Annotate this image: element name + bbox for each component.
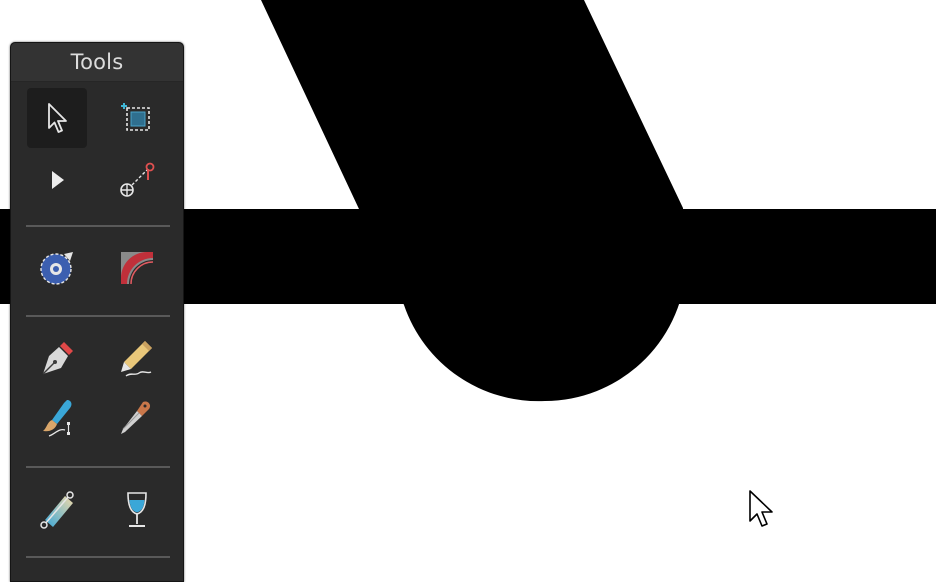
panel-title: Tools xyxy=(70,50,124,74)
point-transform-tool-button[interactable] xyxy=(107,150,167,210)
artboard-icon xyxy=(121,103,150,131)
tool-separator xyxy=(26,225,170,227)
pencil-icon xyxy=(121,341,152,377)
gradient-fill-icon xyxy=(40,491,74,529)
tool-separator xyxy=(26,315,170,317)
vector-brush-icon xyxy=(43,400,72,437)
tools-panel: Tools xyxy=(10,42,184,582)
vector-brush-tool-button[interactable] xyxy=(27,388,87,448)
tool-separator xyxy=(26,466,170,468)
tool-separator xyxy=(26,556,170,558)
point-transform-icon xyxy=(120,162,155,197)
pen-tool-button[interactable] xyxy=(27,328,87,388)
pen-nib-icon xyxy=(42,342,73,375)
arrow-pointer-icon xyxy=(48,103,67,133)
node-pointer-icon xyxy=(52,171,64,189)
tools-panel-header[interactable]: Tools xyxy=(11,43,183,82)
mouse-cursor-icon xyxy=(749,490,773,527)
node-tool-button[interactable] xyxy=(27,150,87,210)
corner-tool-button[interactable] xyxy=(107,238,167,298)
knife-tool-button[interactable] xyxy=(107,388,167,448)
knife-icon xyxy=(121,401,151,434)
wine-glass-icon xyxy=(127,492,147,527)
contour-tool-button[interactable] xyxy=(27,238,87,298)
contour-icon xyxy=(40,252,73,285)
move-tool-button[interactable] xyxy=(27,88,87,148)
transparency-tool-button[interactable] xyxy=(107,480,167,540)
slanted-rounded-shape[interactable] xyxy=(261,0,686,402)
pencil-tool-button[interactable] xyxy=(107,328,167,388)
artboard-tool-button[interactable] xyxy=(107,88,167,148)
corner-icon xyxy=(121,252,154,285)
fill-tool-button[interactable] xyxy=(27,480,87,540)
